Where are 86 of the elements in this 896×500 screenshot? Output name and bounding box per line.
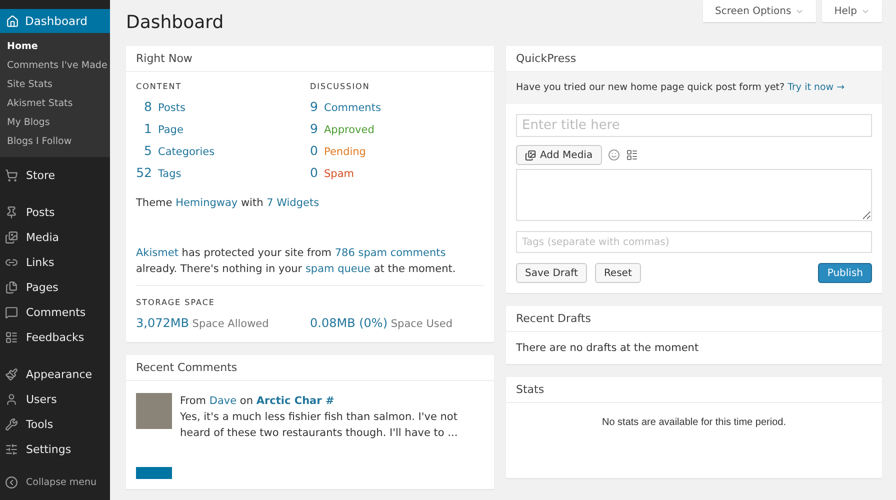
menu-icon	[5, 418, 18, 431]
menu-item[interactable]: Dashboard	[0, 9, 110, 33]
form-button[interactable]: Reset	[594, 263, 641, 283]
menu-icon	[5, 231, 18, 244]
menu-icon	[5, 206, 18, 219]
avatar-placeholder	[136, 393, 172, 429]
stat-link[interactable]: Tags	[158, 168, 182, 180]
empty-message: No stats are available for this time period.	[601, 416, 787, 430]
dropdown-tab[interactable]: Screen Options	[703, 0, 816, 22]
submenu-item[interactable]: Home	[0, 37, 110, 56]
add-media-button[interactable]: Add Media	[516, 145, 602, 165]
notice-text: Have you tried our new home page quick post form yet? Try it now →	[516, 81, 846, 95]
form-icon[interactable]	[626, 149, 638, 161]
panel-title: Recent Comments	[126, 355, 494, 381]
stat-link[interactable]: Comments	[324, 102, 381, 114]
section-heading: STORAGE SPACE	[136, 298, 216, 307]
menu-item[interactable]: Pages	[0, 275, 110, 300]
count[interactable]: 0	[310, 165, 318, 180]
content-field[interactable]	[516, 169, 872, 221]
submenu-item[interactable]: Akismet Stats	[0, 94, 110, 113]
storage-text: 3,072MB Space Allowed	[136, 315, 270, 332]
link[interactable]: Akismet	[136, 247, 178, 259]
count[interactable]: 0	[310, 143, 318, 158]
menu-icon	[5, 393, 18, 406]
link[interactable]: Arctic Char #	[256, 395, 334, 407]
panel-title: Recent Drafts	[506, 306, 882, 332]
theme-text: Theme Hemingway with 7 Widgets	[136, 196, 320, 211]
section-heading: CONTENT	[136, 82, 183, 91]
avatar-placeholder	[136, 467, 172, 479]
menu-item[interactable]: Feedbacks	[0, 325, 110, 350]
menu-item[interactable]: Comments	[0, 300, 110, 325]
menu-item[interactable]: Media	[0, 225, 110, 250]
menu-icon	[5, 331, 18, 344]
menu-item[interactable]: Store	[0, 163, 110, 188]
smiley-icon[interactable]	[608, 149, 620, 161]
menu-icon	[5, 169, 18, 182]
submenu-item[interactable]: My Blogs	[0, 113, 110, 132]
submenu-item[interactable]: Blogs I Follow	[0, 132, 110, 151]
collapse-icon	[5, 476, 18, 489]
comment-meta: From Dave on Arctic Char #	[180, 394, 336, 409]
akismet-text: Akismet has protected your site from 786 spam comments already. There's nothing in your spam queue at the moment.	[136, 246, 457, 277]
count[interactable]: 1	[136, 121, 152, 136]
count[interactable]: 8	[136, 99, 152, 114]
page-title: Dashboard	[126, 12, 224, 33]
menu-icon	[5, 306, 18, 319]
link[interactable]: spam queue	[305, 263, 370, 275]
stat-link[interactable]: Posts	[158, 102, 186, 114]
menu-item[interactable]: Settings	[0, 437, 110, 462]
section-heading: DISCUSSION	[310, 82, 371, 91]
media-icon	[525, 150, 536, 160]
menu-item[interactable]: Posts	[0, 200, 110, 225]
dropdown-tab[interactable]: Help	[822, 0, 882, 22]
publish-button[interactable]: Publish	[818, 263, 872, 283]
link[interactable]: Try it now →	[788, 82, 845, 93]
title-field[interactable]: Enter title here	[516, 114, 872, 137]
count[interactable]: 9	[310, 99, 318, 114]
menu-item[interactable]: Tools	[0, 412, 110, 437]
home-icon	[6, 14, 19, 28]
count[interactable]: 5	[136, 143, 152, 158]
stat-link[interactable]: Page	[158, 124, 184, 136]
stat-link[interactable]: Approved	[324, 124, 374, 136]
collapse-menu-button[interactable]: Collapse menu	[0, 468, 110, 497]
storage-text: 0.08MB (0%) Space Used	[310, 315, 454, 332]
comment-excerpt: Yes, it's a much less fishier fish than salmon. I've not heard of these two restaurants though. I'll have to ...	[180, 410, 459, 441]
link[interactable]: Hemingway	[176, 197, 238, 209]
menu-item[interactable]: Links	[0, 250, 110, 275]
panel-title: Stats	[506, 377, 882, 403]
tags-field[interactable]: Tags (separate with commas)	[516, 231, 872, 253]
stat-link[interactable]: Spam	[324, 168, 354, 180]
link[interactable]: Dave	[209, 395, 237, 407]
stat-link[interactable]: Pending	[324, 146, 366, 158]
submenu-item[interactable]: Comments I've Made	[0, 56, 110, 75]
menu-item[interactable]: Appearance	[0, 362, 110, 387]
menu-icon	[5, 281, 18, 294]
link[interactable]: 7 Widgets	[266, 197, 320, 209]
submenu-item[interactable]: Site Stats	[0, 75, 110, 94]
stat-link[interactable]: Categories	[158, 146, 215, 158]
form-button[interactable]: Save Draft	[516, 263, 587, 283]
empty-message: There are no drafts at the moment	[516, 341, 700, 356]
menu-item[interactable]: Users	[0, 387, 110, 412]
menu-icon	[5, 443, 18, 456]
menu-icon	[5, 368, 18, 381]
link[interactable]: 786 spam comments	[334, 247, 446, 259]
count[interactable]: 9	[310, 121, 318, 136]
count[interactable]: 52	[136, 165, 152, 180]
panel-title: Right Now	[126, 46, 494, 72]
